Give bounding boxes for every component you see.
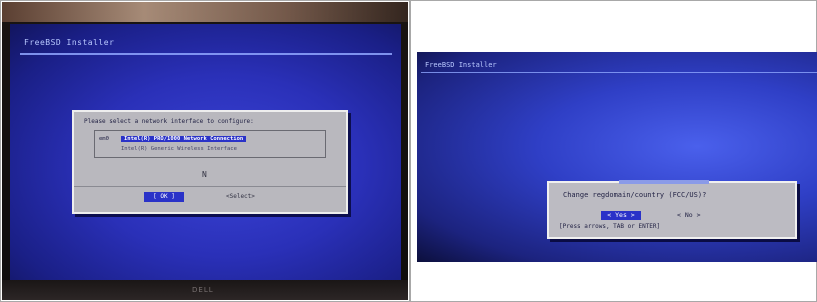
- interface-option[interactable]: Intel(R) Generic Wireless Interface: [99, 144, 237, 153]
- monitor-screen: FreeBSD Installer Change regdomain/count…: [417, 52, 817, 262]
- button-separator: [74, 186, 346, 187]
- monitor-screen: FreeBSD Installer Please select a networ…: [10, 24, 401, 282]
- no-button[interactable]: < No >: [677, 211, 700, 220]
- key-hint: [Press arrows, TAB or ENTER]: [559, 223, 661, 230]
- interface-description: Intel(R) Generic Wireless Interface: [121, 145, 237, 152]
- interface-option[interactable]: em0 Intel(R) PRO/1000 Network Connection: [99, 134, 247, 143]
- installer-title: FreeBSD Installer: [24, 38, 115, 47]
- installer-title: FreeBSD Installer: [425, 61, 497, 69]
- text-cursor: N: [202, 170, 207, 179]
- dialog-title-strip: [619, 180, 709, 184]
- regdomain-dialog: Change regdomain/country (FCC/US)? < Yes…: [547, 180, 797, 239]
- dialog-question: Change regdomain/country (FCC/US)?: [563, 191, 707, 199]
- monitor-brand-logo: DELL: [192, 286, 214, 294]
- select-button[interactable]: <Select>: [226, 192, 255, 202]
- dialog-prompt: Please select a network interface to con…: [84, 118, 254, 125]
- interface-list: em0 Intel(R) PRO/1000 Network Connection…: [94, 130, 326, 158]
- monitor-bezel: DELL: [2, 280, 408, 300]
- network-interface-dialog: Please select a network interface to con…: [72, 110, 348, 214]
- photo-regdomain-prompt[interactable]: FreeBSD Installer Change regdomain/count…: [417, 52, 817, 262]
- title-rule: [20, 53, 392, 55]
- interface-key: em0: [99, 135, 109, 142]
- photo-glare: [2, 2, 408, 22]
- interface-description: Intel(R) PRO/1000 Network Connection: [121, 135, 247, 142]
- grid-divider: [409, 0, 411, 302]
- title-rule: [421, 72, 817, 73]
- yes-button[interactable]: < Yes >: [601, 211, 641, 220]
- ok-button[interactable]: [ OK ]: [144, 192, 184, 202]
- photo-network-interface[interactable]: FreeBSD Installer Please select a networ…: [2, 2, 408, 300]
